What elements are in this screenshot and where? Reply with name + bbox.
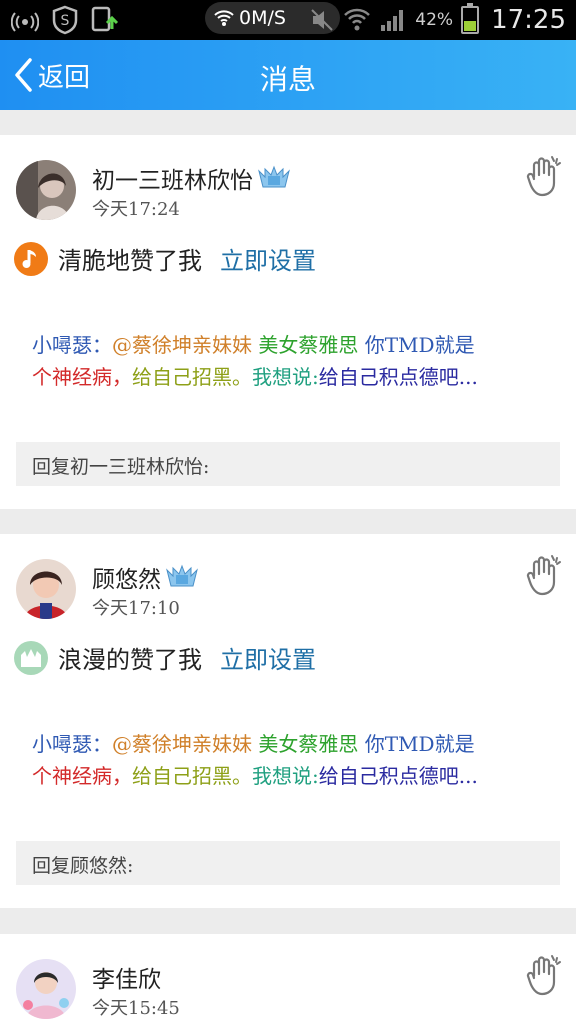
like-text: 浪漫的赞了我 <box>58 646 202 674</box>
sender-name-row: 李佳欣 <box>92 960 161 994</box>
status-left-icons: S <box>10 5 120 35</box>
vip-badge-icon <box>258 165 290 188</box>
wave-hand-icon[interactable] <box>524 954 564 996</box>
comment-part: 你TMD就是 <box>364 732 475 756</box>
like-text: 清脆地赞了我 <box>58 247 202 275</box>
comment-part: 给自己招黑。 <box>132 764 252 788</box>
comment-part: 美女蔡雅思 <box>258 732 359 756</box>
message-time: 今天17:10 <box>92 598 180 619</box>
comment-part: 美女蔡雅思 <box>258 333 359 357</box>
avatar[interactable] <box>16 559 76 619</box>
message-time: 今天17:24 <box>92 199 180 220</box>
wifi-icon <box>214 10 234 26</box>
battery-percent: 42% <box>415 10 454 30</box>
hotspot-icon <box>10 5 40 35</box>
message-card: 顾悠然 今天17:10 浪漫的赞了我 立即设置 小噚瑟：@蔡徐坤亲妹妹 美女蔡雅… <box>0 534 576 908</box>
status-right-icons: 42% 17:25 <box>309 0 566 40</box>
comment-part: 给自己积点德吧... <box>318 365 478 389</box>
nav-bar: 返回 消息 <box>0 40 576 110</box>
comment-text: 小噚瑟：@蔡徐坤亲妹妹 美女蔡雅思 你TMD就是 个神经病，给自己招黑。我想说:… <box>32 728 542 792</box>
comment-author[interactable]: 小噚瑟： <box>32 732 112 756</box>
wave-hand-icon[interactable] <box>524 554 564 596</box>
set-now-link[interactable]: 立即设置 <box>220 241 316 276</box>
security-shield-icon: S <box>50 5 80 35</box>
status-bar: S 0M/S 42% 17:25 <box>0 0 576 40</box>
battery-icon <box>461 3 480 34</box>
sender-name-row: 顾悠然 <box>92 560 199 594</box>
status-clock: 17:25 <box>491 5 566 35</box>
vip-badge-icon <box>166 564 198 587</box>
wave-hand-icon[interactable] <box>524 155 564 197</box>
comment-line-1: 小噚瑟：@蔡徐坤亲妹妹 美女蔡雅思 你TMD就是 <box>32 329 542 361</box>
avatar[interactable] <box>16 959 76 1019</box>
mute-icon <box>311 9 333 31</box>
like-row: 清脆地赞了我 立即设置 <box>14 241 316 276</box>
avatar[interactable] <box>16 160 76 220</box>
comment-part: 个神经病， <box>32 365 132 389</box>
svg-text:S: S <box>61 13 70 29</box>
comment-mention[interactable]: @蔡徐坤亲妹妹 <box>112 732 252 756</box>
comment-line-2: 个神经病，给自己招黑。我想说:给自己积点德吧... <box>32 361 542 393</box>
comment-mention[interactable]: @蔡徐坤亲妹妹 <box>112 333 252 357</box>
comment-part: 给自己招黑。 <box>132 365 252 389</box>
set-now-link[interactable]: 立即设置 <box>220 640 316 675</box>
page-title: 消息 <box>259 63 316 96</box>
message-time: 今天15:45 <box>92 998 180 1019</box>
comment-part: 你TMD就是 <box>364 333 475 357</box>
comment-line-2: 个神经病，给自己招黑。我想说:给自己积点德吧... <box>32 760 542 792</box>
comment-part: 我想说: <box>252 365 319 389</box>
comment-part: 给自己积点德吧... <box>318 764 478 788</box>
network-speed: 0M/S <box>239 7 286 29</box>
battery-level <box>464 20 477 31</box>
comment-line-1: 小噚瑟：@蔡徐坤亲妹妹 美女蔡雅思 你TMD就是 <box>32 728 542 760</box>
sender-name-row: 初一三班林欣怡 <box>92 161 291 195</box>
wifi-signal-icon <box>344 8 371 31</box>
castle-icon <box>14 640 48 675</box>
comment-author[interactable]: 小噚瑟： <box>32 333 112 357</box>
message-card: 初一三班林欣怡 今天17:24 清脆地赞了我 立即设置 小噚瑟：@蔡徐坤亲妹妹 … <box>0 135 576 509</box>
comment-part: 个神经病， <box>32 764 132 788</box>
reply-box[interactable]: 回复顾悠然: <box>16 841 560 885</box>
sender-name[interactable]: 初一三班林欣怡 <box>92 161 253 195</box>
cell-signal-icon <box>381 10 404 31</box>
comment-part: 我想说: <box>252 764 319 788</box>
comment-text: 小噚瑟：@蔡徐坤亲妹妹 美女蔡雅思 你TMD就是 个神经病，给自己招黑。我想说:… <box>32 329 542 393</box>
sender-name[interactable]: 李佳欣 <box>92 960 161 994</box>
message-card: 李佳欣 今天15:45 <box>0 934 576 1024</box>
reply-box[interactable]: 回复初一三班林欣怡: <box>16 442 560 486</box>
like-row: 浪漫的赞了我 立即设置 <box>14 640 316 675</box>
sender-name[interactable]: 顾悠然 <box>92 560 161 594</box>
update-download-icon <box>90 5 120 35</box>
music-note-icon <box>14 241 48 276</box>
